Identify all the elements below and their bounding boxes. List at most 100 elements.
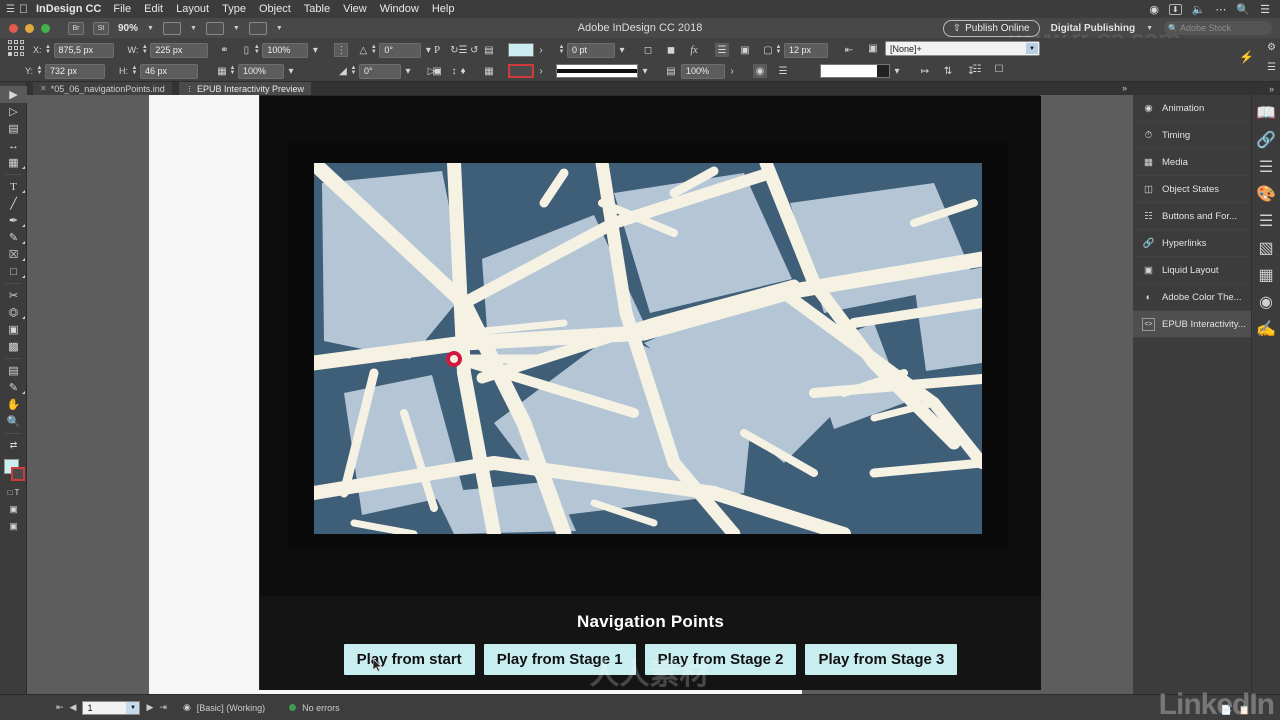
apple-icon[interactable]:  bbox=[19, 2, 28, 16]
panel-item-adobe-color-themes[interactable]: ◐ Adobe Color The... bbox=[1133, 284, 1251, 311]
object-effects-icon[interactable]: ◉ bbox=[753, 64, 767, 78]
align-middle-icon[interactable]: ♦ bbox=[456, 64, 470, 78]
stroke-type-icon[interactable]: ◻ bbox=[641, 43, 655, 57]
ellipsis-icon[interactable]: ⋯ bbox=[1215, 3, 1226, 16]
screen-mode-button[interactable] bbox=[162, 21, 181, 35]
menu-layout[interactable]: Layout bbox=[176, 3, 209, 15]
bridge-button[interactable]: Br bbox=[68, 21, 84, 35]
document-icon[interactable]: 📄 bbox=[1221, 705, 1232, 716]
effects-icon[interactable]: ▦ bbox=[1252, 261, 1280, 288]
play-from-stage-3-button[interactable]: Play from Stage 3 bbox=[805, 644, 958, 675]
zoom-chevron-down-icon[interactable]: ▼ bbox=[147, 25, 154, 32]
adobe-stock-search-input[interactable]: 🔍 Adobe Stock bbox=[1164, 21, 1272, 35]
gradient-feather-tool[interactable]: ▩ bbox=[0, 338, 27, 355]
preflight-icon[interactable]: ◉ bbox=[1252, 288, 1280, 315]
arrange-documents-button[interactable] bbox=[248, 21, 267, 35]
rotate-stepper[interactable]: ▲ ▼ bbox=[370, 44, 377, 57]
search-icon[interactable]: 🔍 bbox=[1236, 3, 1250, 16]
h-stepper[interactable]: ▲ ▼ bbox=[131, 65, 138, 78]
stroke-color-swatch[interactable] bbox=[11, 467, 25, 481]
fill-menu-icon[interactable]: › bbox=[534, 43, 548, 57]
stroke-weight-chevron-down-icon[interactable]: ▾ bbox=[615, 43, 629, 57]
display-mirror-icon[interactable]: ◉ bbox=[1149, 3, 1159, 16]
close-window-button[interactable] bbox=[9, 23, 18, 33]
menu-type[interactable]: Type bbox=[222, 3, 246, 15]
maximize-window-button[interactable] bbox=[41, 23, 50, 33]
page-tool[interactable]: ▤ bbox=[0, 120, 27, 137]
align-top-icon[interactable]: ☰ bbox=[456, 43, 470, 57]
screen-mode-chevron-down-icon[interactable]: ▼ bbox=[190, 25, 197, 32]
map-illustration[interactable] bbox=[314, 163, 982, 534]
previous-page-icon[interactable]: ◀ bbox=[70, 702, 77, 713]
scale-y-field[interactable]: 100% bbox=[238, 63, 285, 79]
play-from-stage-1-button[interactable]: Play from Stage 1 bbox=[483, 644, 636, 675]
gradient-swatch-tool[interactable]: ▣ bbox=[0, 321, 27, 338]
stroke-menu-icon[interactable]: › bbox=[534, 64, 548, 78]
pen-tool[interactable]: ✒ bbox=[0, 212, 27, 229]
scale-x-stepper[interactable]: ▲ ▼ bbox=[253, 44, 260, 57]
page-chevron-down-icon[interactable]: ▼ bbox=[126, 701, 140, 714]
type-tool[interactable]: T bbox=[0, 178, 27, 195]
scale-x-chevron-down-icon[interactable]: ▾ bbox=[308, 43, 322, 57]
frame-fitting-icon[interactable]: ▣ bbox=[430, 64, 444, 78]
publish-online-button[interactable]: ⇧ Publish Online bbox=[942, 19, 1040, 37]
stroke-weight-stepper[interactable]: ▲ ▼ bbox=[558, 44, 565, 57]
corner-stepper[interactable]: ▲ ▼ bbox=[775, 44, 782, 57]
panel-item-timing[interactable]: ⏱ Timing bbox=[1133, 122, 1251, 149]
menu-file[interactable]: File bbox=[113, 3, 131, 15]
view-options-chevron-down-icon[interactable]: ▼ bbox=[233, 25, 240, 32]
shear-chevron-down-icon[interactable]: ▾ bbox=[401, 64, 415, 78]
arrange-chevron-down-icon[interactable]: ▼ bbox=[276, 25, 283, 32]
direct-selection-tool[interactable]: ▷ bbox=[0, 103, 27, 120]
panel-item-object-states[interactable]: ◫ Object States bbox=[1133, 176, 1251, 203]
next-page-icon[interactable]: ▶ bbox=[146, 702, 153, 713]
play-from-start-button[interactable]: Play from start bbox=[343, 644, 475, 675]
pencil-tool[interactable]: ✎ bbox=[0, 229, 27, 246]
x-field[interactable]: 875,5 px bbox=[53, 42, 114, 58]
control-panel-settings-icon[interactable]: ⚙ bbox=[1267, 42, 1276, 53]
y-stepper[interactable]: ▲ ▼ bbox=[36, 65, 43, 78]
menu-window[interactable]: Window bbox=[380, 3, 419, 15]
stroke-style-preview[interactable] bbox=[556, 64, 638, 78]
scissors-tool[interactable]: ✂ bbox=[0, 287, 27, 304]
w-stepper[interactable]: ▲ ▼ bbox=[141, 44, 148, 57]
play-from-stage-2-button[interactable]: Play from Stage 2 bbox=[644, 644, 797, 675]
stroke-style-chevron-down-icon[interactable]: ▾ bbox=[638, 64, 652, 78]
note-tool[interactable]: ▤ bbox=[0, 362, 27, 379]
zoom-level-value[interactable]: 90% bbox=[118, 23, 138, 34]
scripts-icon[interactable]: ✍ bbox=[1252, 315, 1280, 342]
duplicate-icon[interactable]: 📋 bbox=[1239, 705, 1250, 716]
text-wrap-bbox-icon[interactable]: ▣ bbox=[738, 43, 752, 57]
opacity-field[interactable]: 100% bbox=[681, 63, 725, 79]
selection-tool[interactable]: ▶ bbox=[0, 86, 27, 103]
panel-item-epub-interactivity[interactable]: <> EPUB Interactivity... bbox=[1133, 311, 1251, 338]
workspace-switcher[interactable]: Digital Publishing bbox=[1051, 23, 1135, 34]
stroke-swatch[interactable] bbox=[508, 64, 534, 78]
panel-item-liquid-layout[interactable]: ▣ Liquid Layout bbox=[1133, 257, 1251, 284]
rectangle-tool[interactable]: □ bbox=[0, 263, 27, 280]
workspace-chevron-down-icon[interactable]: ▼ bbox=[1146, 25, 1153, 32]
download-icon[interactable]: ⬇ bbox=[1169, 3, 1182, 15]
align-left-icon[interactable]: ⇤ bbox=[842, 43, 856, 57]
panel-item-buttons-and-forms[interactable]: ☷ Buttons and For... bbox=[1133, 203, 1251, 230]
text-frame-options-icon[interactable]: ☰ bbox=[776, 64, 790, 78]
list-icon[interactable]: ☰ bbox=[1260, 3, 1270, 16]
last-page-icon[interactable]: ⇥ bbox=[159, 702, 167, 713]
stroke-icon[interactable]: ▧ bbox=[1252, 234, 1280, 261]
scale-x-field[interactable]: 100% bbox=[262, 42, 309, 58]
page-number-select[interactable]: 1 ▼ bbox=[82, 700, 141, 715]
formatting-affects-container-icon[interactable]: □ T bbox=[0, 484, 27, 501]
shear-field[interactable]: 0° bbox=[359, 63, 402, 79]
panel-item-media[interactable]: ▦ Media bbox=[1133, 149, 1251, 176]
view-options-button[interactable] bbox=[205, 21, 224, 35]
fill-swatch[interactable] bbox=[508, 43, 534, 57]
hand-tool[interactable]: ✋ bbox=[0, 396, 27, 413]
control-panel-menu-icon[interactable]: ☰ bbox=[1267, 62, 1276, 73]
align-top-edges-icon[interactable]: ↦ bbox=[918, 64, 932, 78]
volume-icon[interactable]: 🔈 bbox=[1192, 3, 1206, 16]
x-stepper[interactable]: ▲ ▼ bbox=[45, 44, 52, 57]
menu-object[interactable]: Object bbox=[259, 3, 291, 15]
distribute-icon[interactable]: ▤ bbox=[482, 43, 496, 57]
menu-view[interactable]: View bbox=[343, 3, 367, 15]
w-field[interactable]: 225 px bbox=[150, 42, 209, 58]
